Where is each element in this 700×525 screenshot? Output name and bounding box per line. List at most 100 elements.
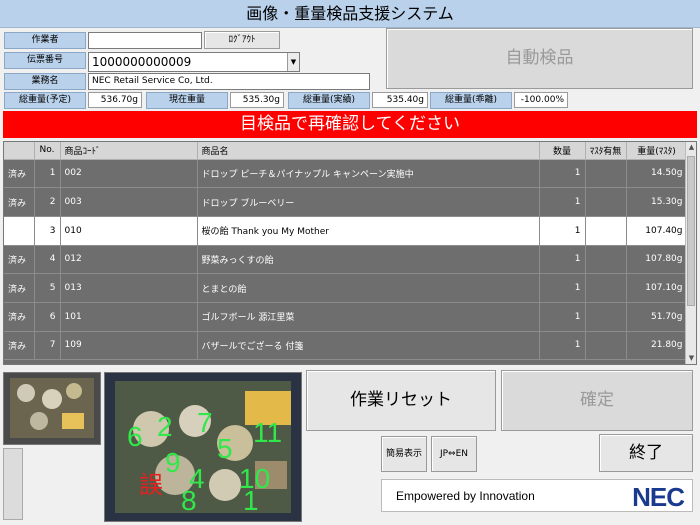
row-status: 済み: [4, 245, 35, 275]
row-master: [585, 216, 627, 246]
current-weight-value: 535.30g: [230, 92, 284, 108]
row-no: 1: [34, 159, 61, 189]
column-header-qty[interactable]: 数量: [539, 142, 586, 160]
detection-label: 5: [217, 433, 233, 464]
table-row[interactable]: 済み 2 003 ドロップ ブルーベリー 1 15.30g: [4, 187, 688, 217]
row-weight: 21.80g: [626, 331, 688, 361]
simple-display-button[interactable]: 簡易表示: [381, 436, 427, 472]
detection-label: 7: [197, 407, 213, 438]
row-code: 002: [60, 159, 198, 189]
row-code: 101: [60, 302, 198, 332]
planned-weight-label: 総重量(予定): [4, 92, 86, 109]
row-name: とまとの飴: [197, 273, 540, 303]
row-no: 7: [34, 331, 61, 361]
thumbnail-image: [4, 373, 100, 444]
deviation-weight-value: -100.00%: [514, 92, 568, 108]
actual-weight-value: 535.40g: [372, 92, 428, 108]
table-row[interactable]: 済み 1 002 ドロップ ピーチ＆パイナップル キャンペーン実施中 1 14.…: [4, 159, 688, 189]
row-master: [585, 245, 627, 275]
row-qty: 1: [539, 187, 586, 217]
row-no: 6: [34, 302, 61, 332]
detection-label: 11: [253, 417, 283, 448]
row-qty: 1: [539, 159, 586, 189]
column-header-status[interactable]: [4, 142, 35, 160]
detection-label: 1: [243, 485, 259, 516]
row-master: [585, 187, 627, 217]
auto-inspect-button[interactable]: 自動検品: [386, 28, 693, 89]
planned-weight-value: 536.70g: [88, 92, 142, 108]
row-weight: 51.70g: [626, 302, 688, 332]
slip-number-label: 伝票番号: [4, 52, 86, 69]
row-weight: 15.30g: [626, 187, 688, 217]
scroll-down-icon[interactable]: ▼: [686, 353, 696, 364]
row-name: 野菜みっくすの飴: [197, 245, 540, 275]
row-code: 012: [60, 245, 198, 275]
row-weight: 14.50g: [626, 159, 688, 189]
detection-label: 2: [157, 411, 173, 442]
current-weight-label: 現在重量: [146, 92, 228, 109]
brand-tagline: Empowered by Innovation: [396, 489, 535, 503]
row-no: 4: [34, 245, 61, 275]
side-panel: [3, 448, 23, 520]
confirm-button[interactable]: 確定: [501, 370, 693, 431]
alert-banner: 目検品で再確認してください: [3, 111, 697, 138]
deviation-weight-label: 総重量(乖離): [430, 92, 512, 109]
worker-label: 作業者: [4, 32, 86, 49]
language-toggle-button[interactable]: JP⇔EN: [431, 436, 477, 472]
row-qty: 1: [539, 216, 586, 246]
nec-logo: NEC: [632, 482, 685, 512]
column-header-master[interactable]: ﾏｽﾀ有無: [585, 142, 627, 160]
items-table: No. 商品ｺｰﾄﾞ 商品名 数量 ﾏｽﾀ有無 重量(ﾏｽﾀ) 済み 1 002…: [3, 141, 697, 365]
row-master: [585, 302, 627, 332]
row-weight: 107.40g: [626, 216, 688, 246]
camera-view[interactable]: 6 2 7 11 5 9 4 10 8 1 誤: [104, 372, 302, 522]
table-scrollbar[interactable]: ▲ ▼: [685, 142, 696, 364]
chevron-down-icon[interactable]: ▼: [287, 53, 299, 71]
exit-button[interactable]: 終了: [599, 434, 693, 472]
detection-label: 8: [181, 485, 197, 516]
table-row[interactable]: 済み 7 109 バザールでござーる 付箋 1 21.80g: [4, 331, 688, 361]
row-no: 5: [34, 273, 61, 303]
row-qty: 1: [539, 273, 586, 303]
business-field[interactable]: NEC Retail Service Co, Ltd.: [88, 73, 370, 90]
column-header-weight[interactable]: 重量(ﾏｽﾀ): [626, 142, 688, 160]
row-no: 2: [34, 187, 61, 217]
row-code: 109: [60, 331, 198, 361]
logout-button[interactable]: ﾛｸﾞｱｳﾄ: [204, 31, 280, 49]
table-row-selected[interactable]: 3 010 桜の飴 Thank you My Mother 1 107.40g: [4, 216, 688, 246]
row-qty: 1: [539, 302, 586, 332]
row-code: 010: [60, 216, 198, 246]
row-master: [585, 273, 627, 303]
window-title: 画像・重量検品支援システム: [0, 0, 700, 28]
table-row[interactable]: 済み 5 013 とまとの飴 1 107.10g: [4, 273, 688, 303]
row-name: バザールでござーる 付箋: [197, 331, 540, 361]
row-weight: 107.10g: [626, 273, 688, 303]
table-row[interactable]: 済み 4 012 野菜みっくすの飴 1 107.80g: [4, 245, 688, 275]
scroll-thumb[interactable]: [687, 156, 695, 306]
column-header-no[interactable]: No.: [34, 142, 61, 160]
row-name: 桜の飴 Thank you My Mother: [197, 216, 540, 246]
table-row[interactable]: 済み 6 101 ゴルフボール 源江里菜 1 51.70g: [4, 302, 688, 332]
error-label: 誤: [139, 471, 163, 499]
column-header-code[interactable]: 商品ｺｰﾄﾞ: [60, 142, 198, 160]
detection-label: 6: [127, 421, 143, 452]
camera-thumbnail[interactable]: [3, 372, 101, 445]
worker-field[interactable]: [88, 32, 202, 49]
slip-number-select[interactable]: 1000000000009 ▼: [88, 52, 300, 72]
row-status: 済み: [4, 302, 35, 332]
reset-button[interactable]: 作業リセット: [306, 370, 496, 431]
row-name: ゴルフボール 源江里菜: [197, 302, 540, 332]
row-status: 済み: [4, 187, 35, 217]
row-status: 済み: [4, 331, 35, 361]
slip-number-value: 1000000000009: [92, 55, 192, 69]
row-status: 済み: [4, 159, 35, 189]
business-label: 業務名: [4, 73, 86, 90]
row-qty: 1: [539, 245, 586, 275]
scroll-up-icon[interactable]: ▲: [686, 142, 696, 153]
table-header-row: No. 商品ｺｰﾄﾞ 商品名 数量 ﾏｽﾀ有無 重量(ﾏｽﾀ): [4, 142, 688, 160]
row-code: 013: [60, 273, 198, 303]
row-code: 003: [60, 187, 198, 217]
brand-banner: Empowered by Innovation NEC: [381, 479, 693, 512]
column-header-name[interactable]: 商品名: [197, 142, 540, 160]
row-qty: 1: [539, 331, 586, 361]
